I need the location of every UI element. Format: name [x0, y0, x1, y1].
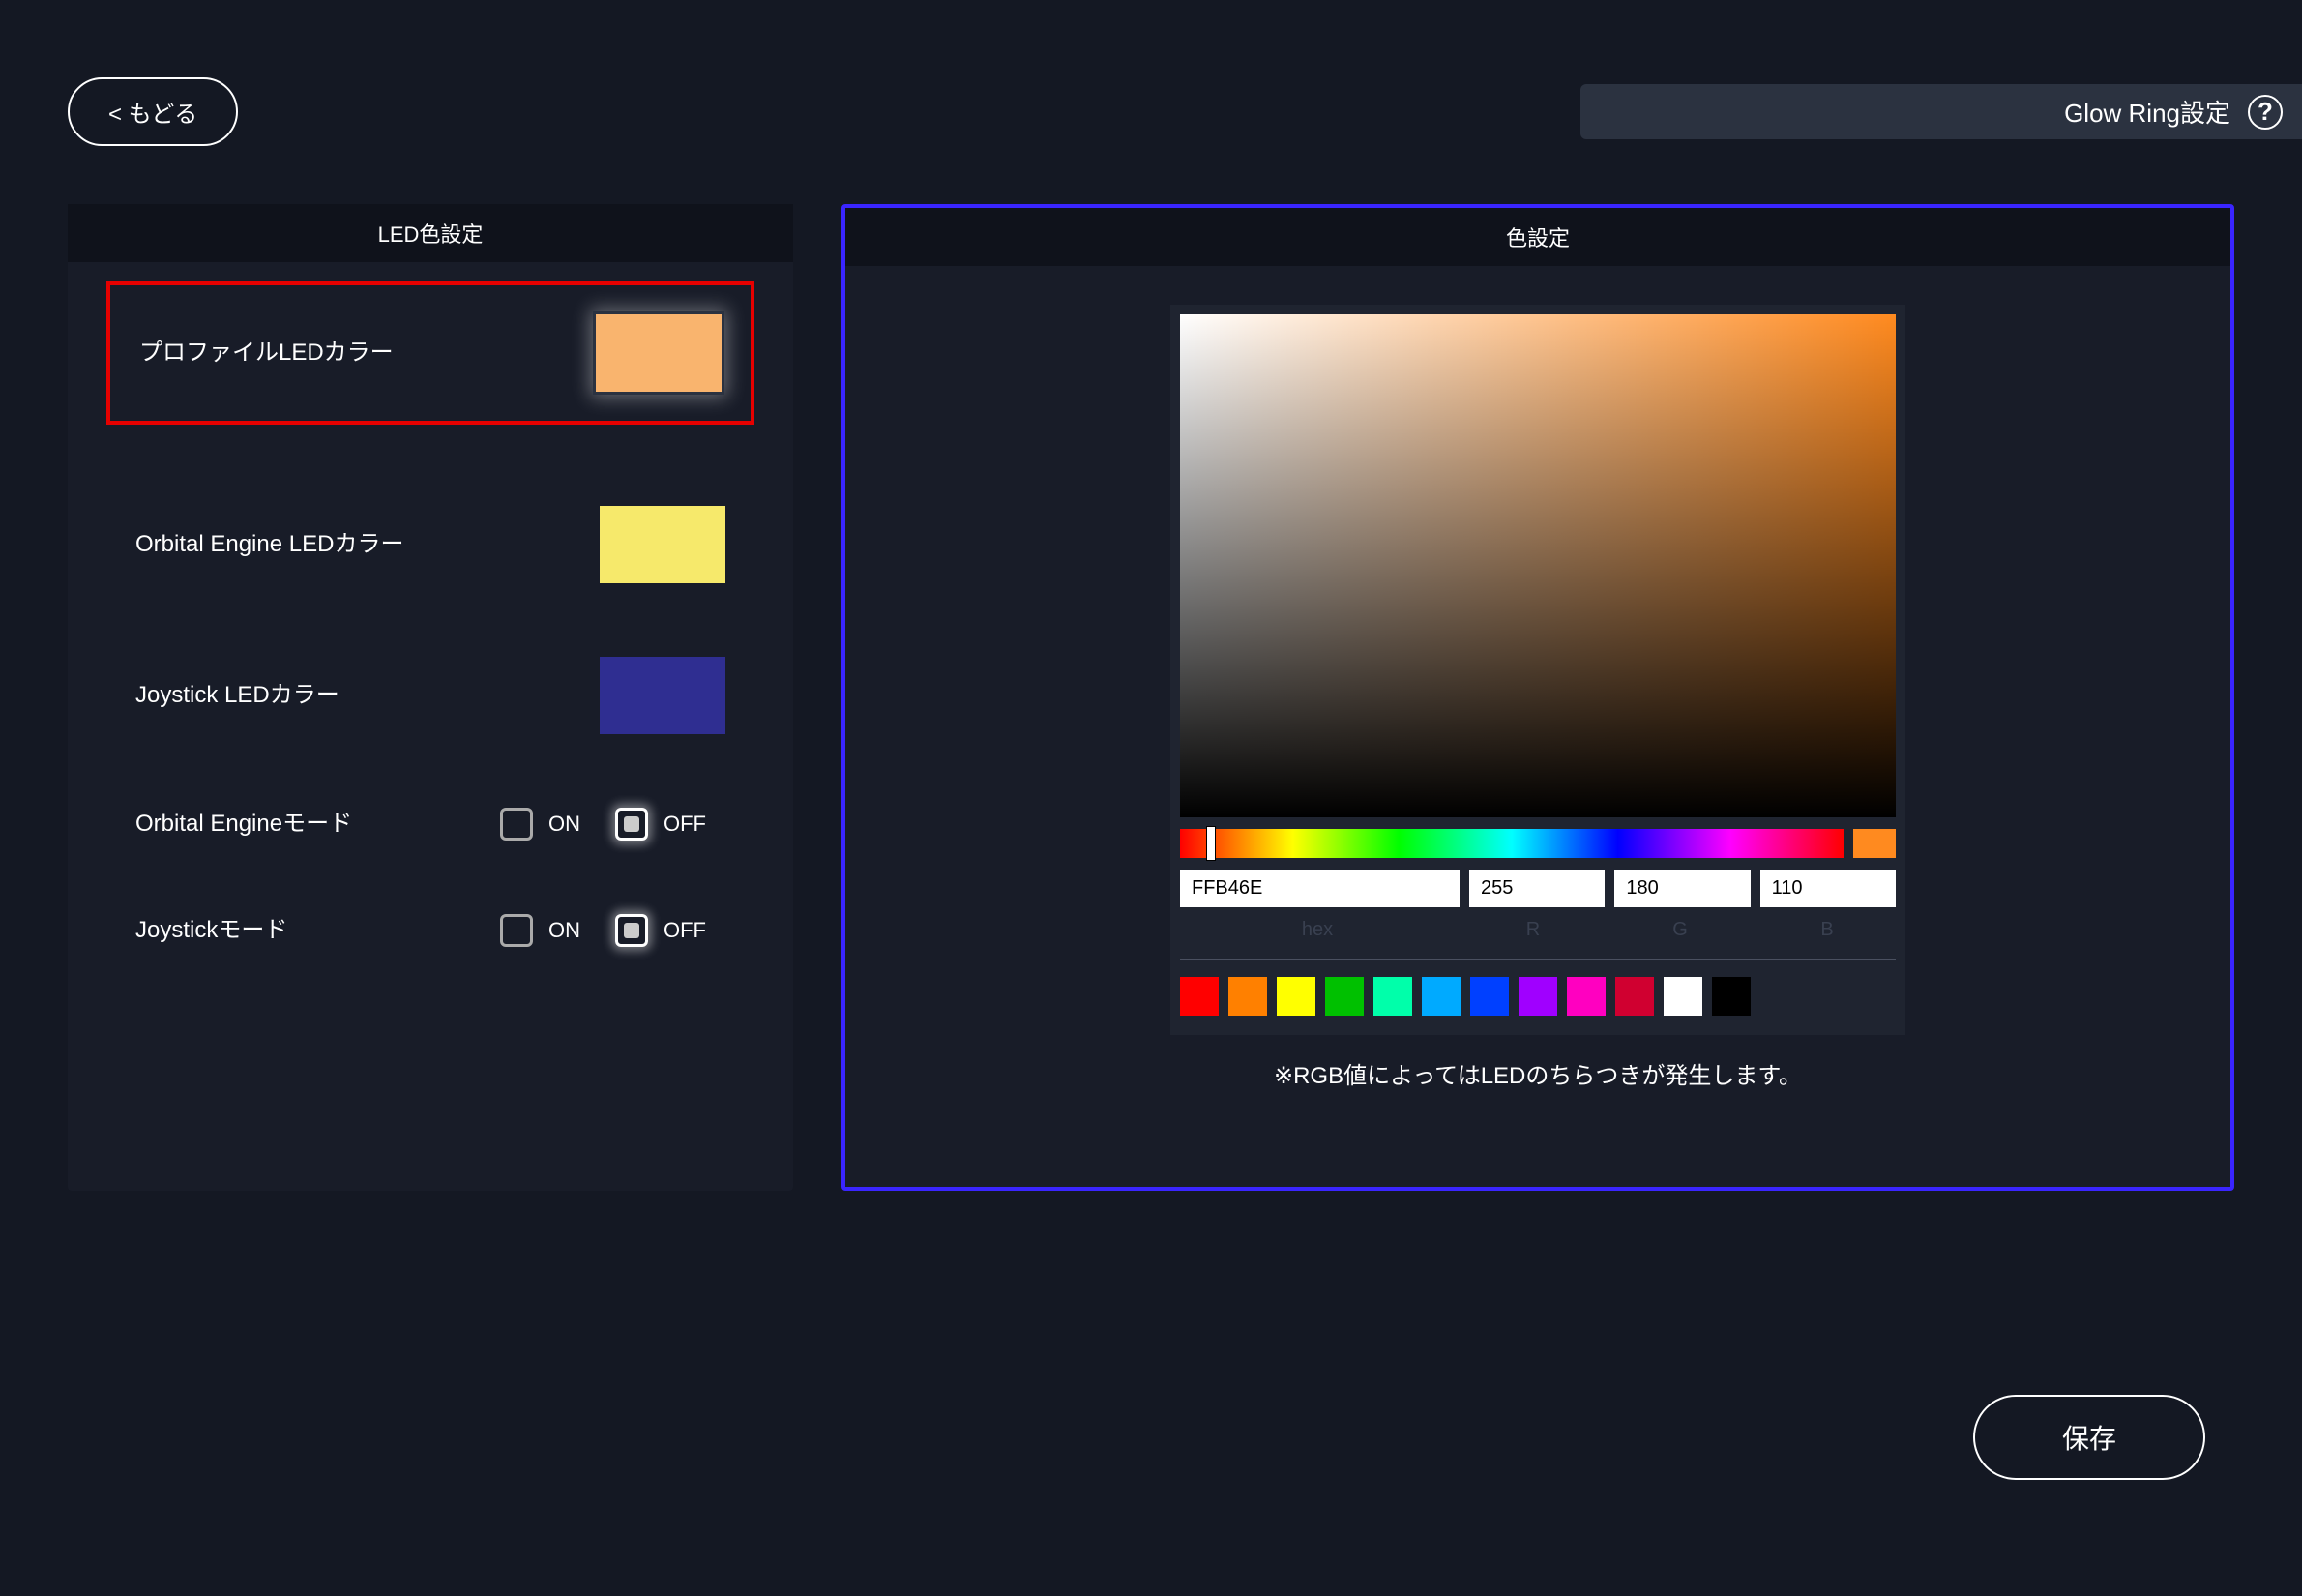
preset-swatch[interactable]	[1180, 977, 1219, 1016]
on-radio[interactable]	[500, 914, 533, 947]
page-title: Glow Ring設定	[2064, 94, 2230, 130]
on-label: ON	[548, 918, 580, 943]
led-color-label: Orbital Engine LEDカラー	[135, 529, 600, 559]
on-radio[interactable]	[500, 808, 533, 841]
led-color-label: Joystick LEDカラー	[135, 680, 600, 710]
hex-input[interactable]	[1180, 870, 1460, 907]
led-color-row[interactable]: Joystick LEDカラー	[106, 634, 754, 757]
color-swatch[interactable]	[596, 314, 722, 392]
r-input[interactable]	[1469, 870, 1605, 907]
mode-label: Joystickモード	[135, 915, 406, 945]
preset-swatch[interactable]	[1664, 977, 1702, 1016]
led-settings-panel: LED色設定 プロファイルLEDカラー Orbital Engine LEDカラー…	[68, 204, 793, 1191]
off-radio[interactable]	[615, 914, 648, 947]
preset-swatch[interactable]	[1567, 977, 1606, 1016]
off-label: OFF	[664, 812, 706, 837]
preset-swatch[interactable]	[1325, 977, 1364, 1016]
preset-swatch[interactable]	[1615, 977, 1654, 1016]
preset-swatch[interactable]	[1519, 977, 1557, 1016]
flicker-note: ※RGB値によってはLEDのちらつきが発生します。	[1274, 1056, 1802, 1090]
color-swatch[interactable]	[600, 506, 725, 583]
color-swatch[interactable]	[600, 657, 725, 734]
led-settings-header: LED色設定	[68, 204, 793, 262]
field-labels: hex R G B	[1180, 919, 1896, 941]
current-hue-swatch	[1853, 829, 1896, 858]
mode-label: Orbital Engineモード	[135, 809, 406, 839]
led-color-label: プロファイルLEDカラー	[139, 338, 596, 368]
onoff-group: ON OFF	[500, 808, 725, 841]
preset-swatch[interactable]	[1277, 977, 1315, 1016]
onoff-group: ON OFF	[500, 914, 725, 947]
back-button[interactable]: < もどる	[68, 77, 238, 146]
preset-swatch[interactable]	[1228, 977, 1267, 1016]
mode-row: Orbital Engineモード ON OFF	[106, 784, 754, 864]
preset-swatch[interactable]	[1373, 977, 1412, 1016]
mode-row: Joystickモード ON OFF	[106, 891, 754, 970]
divider	[1180, 959, 1896, 960]
page-title-bar: Glow Ring設定 ?	[1580, 84, 2302, 139]
off-label: OFF	[664, 918, 706, 943]
preset-swatch[interactable]	[1712, 977, 1751, 1016]
color-settings-header: 色設定	[845, 208, 2230, 266]
on-label: ON	[548, 812, 580, 837]
color-settings-panel: 色設定	[841, 204, 2234, 1191]
b-input[interactable]	[1760, 870, 1896, 907]
hue-slider[interactable]	[1180, 829, 1844, 858]
preset-swatch-row	[1180, 977, 1896, 1016]
off-radio[interactable]	[615, 808, 648, 841]
save-button[interactable]: 保存	[1973, 1395, 2205, 1480]
color-picker: hex R G B	[1170, 305, 1905, 1035]
preset-swatch[interactable]	[1422, 977, 1461, 1016]
g-input[interactable]	[1614, 870, 1750, 907]
led-color-row[interactable]: Orbital Engine LEDカラー	[106, 483, 754, 606]
help-icon[interactable]: ?	[2248, 95, 2283, 130]
led-color-row[interactable]: プロファイルLEDカラー	[106, 281, 754, 425]
sv-gradient-area[interactable]	[1180, 314, 1896, 817]
preset-swatch[interactable]	[1470, 977, 1509, 1016]
hue-thumb[interactable]	[1206, 826, 1216, 861]
